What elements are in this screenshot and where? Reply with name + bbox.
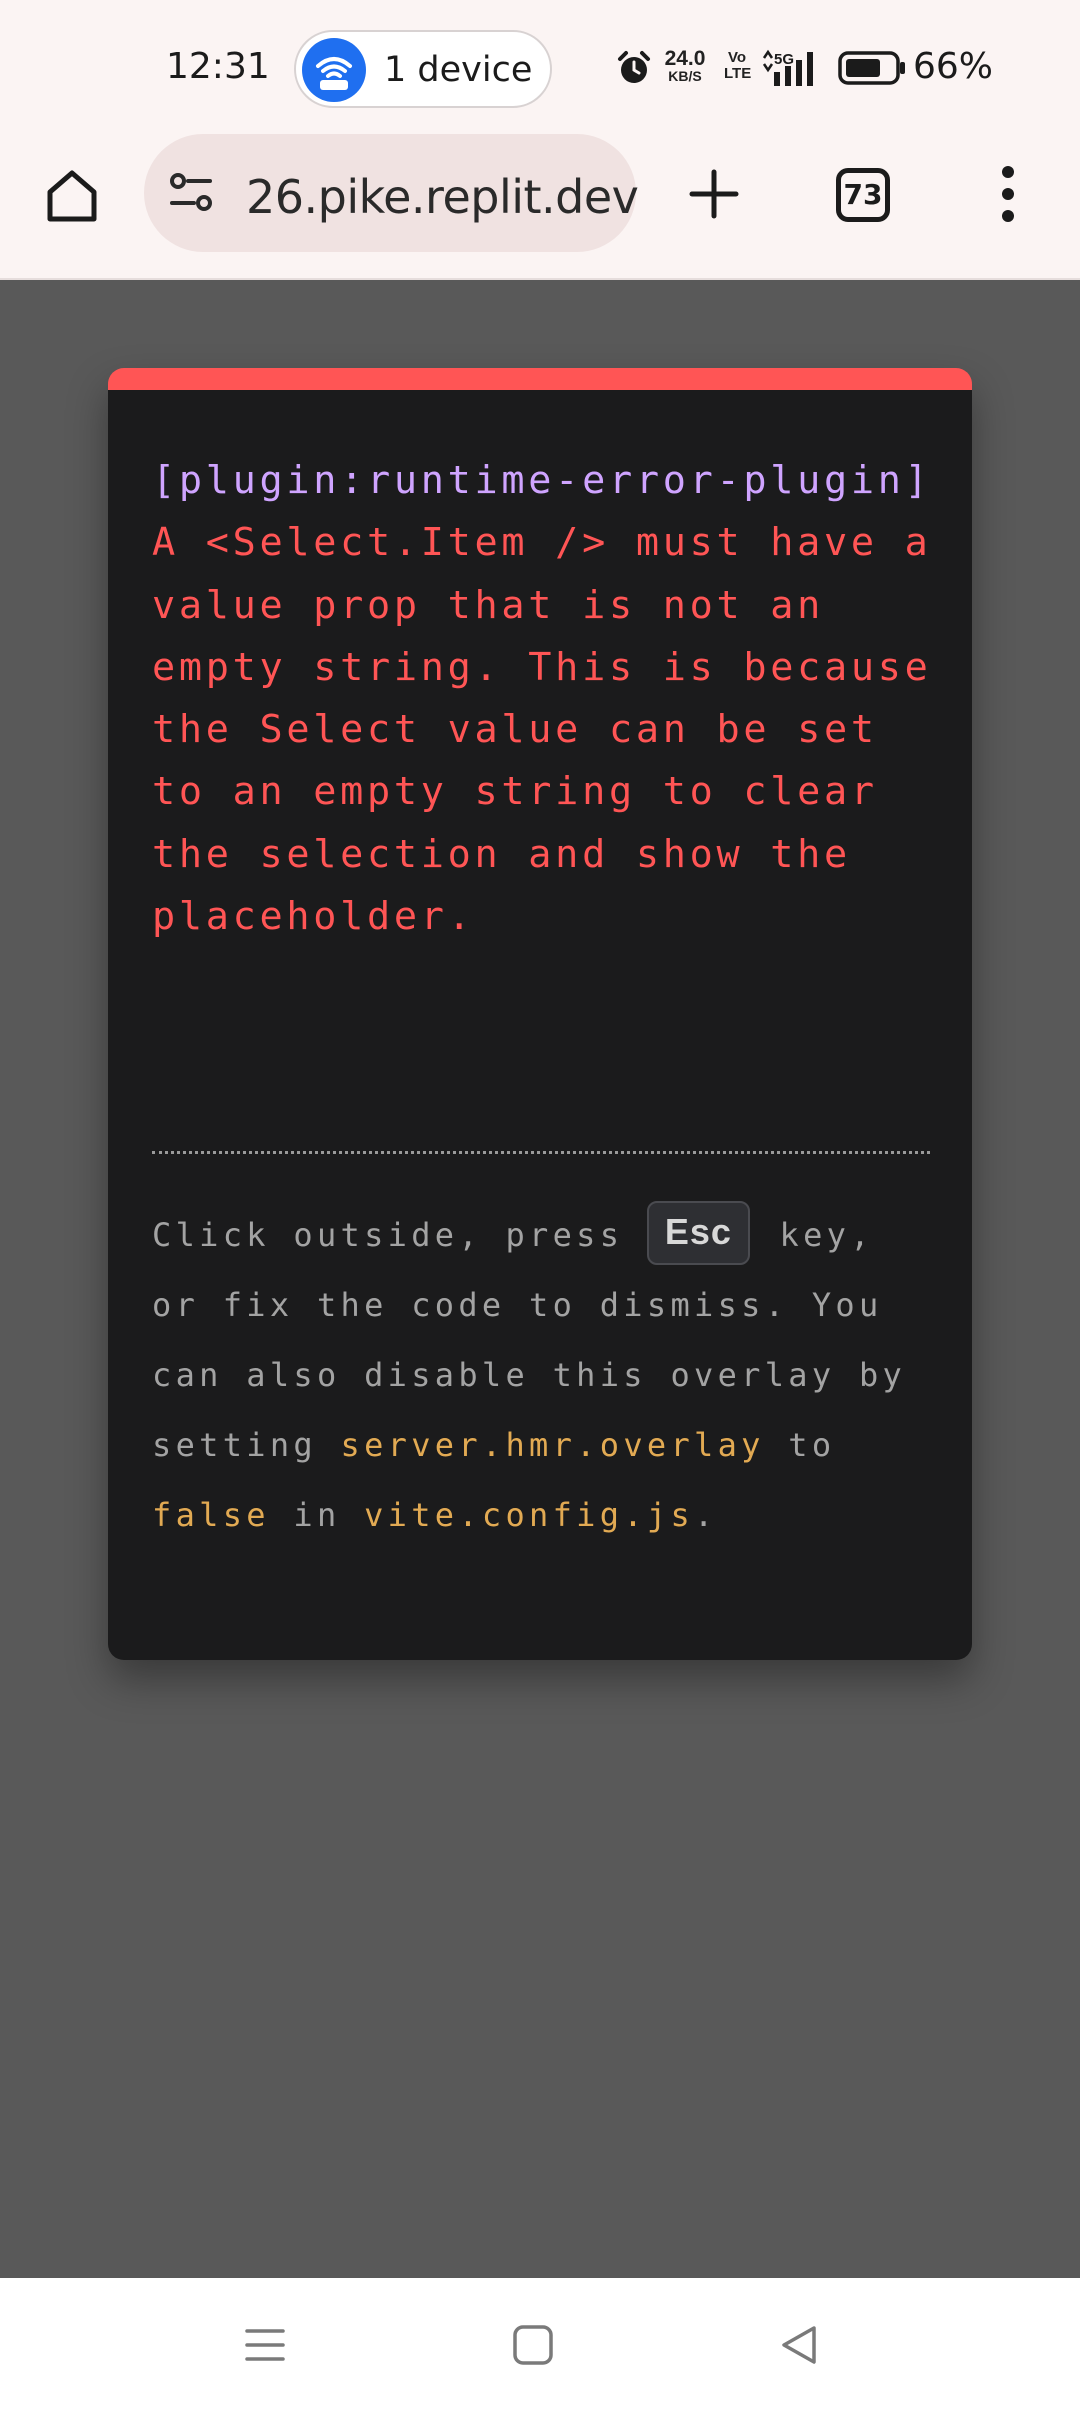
page-backdrop[interactable]: [plugin:runtime-error-plugin] A <Select.…: [0, 280, 1080, 2278]
network-type-label: 5G: [774, 51, 794, 68]
code-false: false: [152, 1496, 270, 1534]
new-tab-icon[interactable]: [686, 166, 742, 222]
browser-toolbar: 26.pike.replit.dev 73: [0, 128, 1080, 280]
error-overlay: [plugin:runtime-error-plugin] A <Select.…: [108, 368, 972, 1660]
address-bar[interactable]: 26.pike.replit.dev: [144, 134, 639, 252]
divider: [152, 1151, 930, 1154]
battery-percent: 66%: [913, 46, 994, 87]
hotspot-pill[interactable]: 1 device: [294, 30, 552, 108]
volte-indicator: Vo LTE: [724, 49, 752, 82]
signal-icon: 5G: [762, 49, 813, 86]
url-text[interactable]: 26.pike.replit.dev: [246, 170, 639, 224]
tip-text-3: to: [764, 1426, 836, 1464]
tip-text-4: in: [269, 1496, 365, 1534]
net-speed-value: 24.0: [664, 47, 706, 70]
status-time: 12:31: [166, 46, 270, 87]
net-speed: 24.0 KB/S: [660, 48, 710, 83]
home-icon[interactable]: [40, 164, 104, 228]
volte-line2: LTE: [724, 65, 752, 82]
more-menu-icon[interactable]: [990, 164, 1026, 224]
wifi-hotspot-icon: [302, 38, 366, 102]
site-settings-icon[interactable]: [166, 168, 216, 218]
home-nav-icon[interactable]: [510, 2322, 556, 2368]
tab-switcher-icon[interactable]: 73: [836, 168, 890, 222]
status-bar: 12:31 1 device 24.0 KB/S Vo LTE 5G 66%: [0, 0, 1080, 128]
tip-text-1: Click outside, press: [152, 1216, 647, 1254]
error-text: A <Select.Item /> must have a value prop…: [152, 458, 959, 940]
error-message: [plugin:runtime-error-plugin] A <Select.…: [152, 450, 932, 948]
plugin-label: [plugin:runtime-error-plugin]: [152, 458, 932, 503]
back-icon[interactable]: [776, 2322, 822, 2368]
tip-text-5: .: [694, 1496, 718, 1534]
code-hmr-overlay: server.hmr.overlay: [340, 1426, 765, 1464]
system-nav-bar: [0, 2278, 1080, 2412]
volte-line1: Vo: [727, 49, 747, 66]
battery-icon: [838, 51, 905, 85]
esc-key: Esc: [646, 1201, 750, 1265]
dismiss-tip: Click outside, press Esc key, or fix the…: [152, 1200, 932, 1550]
net-speed-unit: KB/S: [668, 68, 702, 84]
hotspot-label: 1 device: [384, 50, 533, 90]
code-vite-config: vite.config.js: [364, 1496, 695, 1534]
recent-apps-icon[interactable]: [242, 2322, 288, 2368]
alarm-icon: [618, 51, 650, 83]
